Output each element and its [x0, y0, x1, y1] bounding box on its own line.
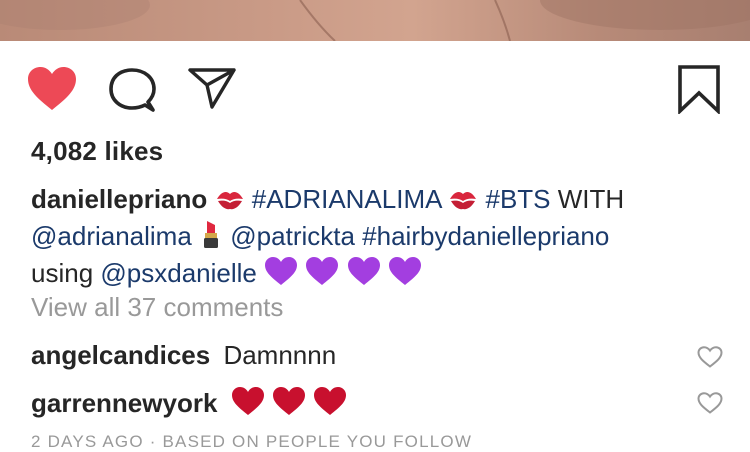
comment-row: garrennewyork	[31, 386, 347, 423]
purple-heart-icon	[388, 256, 422, 296]
caption-text: WITH	[557, 184, 625, 214]
bookmark-icon	[678, 65, 720, 116]
mention-patrickta[interactable]: @patrickta	[230, 221, 355, 251]
red-heart-icon	[313, 386, 347, 423]
red-heart-icon	[272, 386, 306, 423]
kiss-mark-icon	[448, 185, 478, 222]
speech-bubble-icon	[109, 68, 156, 112]
purple-heart-icon	[347, 256, 381, 296]
hashtag-adrianalima[interactable]: #ADRIANALIMA	[252, 184, 441, 214]
post-photo[interactable]	[0, 0, 750, 41]
photo-detail	[0, 0, 750, 41]
hashtag-bts[interactable]: #BTS	[486, 184, 551, 214]
save-button[interactable]	[677, 64, 721, 116]
comment-text: Damnnnn	[223, 340, 337, 370]
like-button[interactable]	[27, 66, 77, 112]
likes-count[interactable]: 4,082 likes	[31, 136, 163, 167]
caption-line-1: daniellepriano #ADRIANALIMA #BTS WITH	[31, 181, 721, 218]
caption-line-3: using @psxdanielle	[31, 255, 721, 292]
caption-text: using	[31, 258, 94, 288]
heart-outline-icon	[697, 392, 723, 414]
caption-line-2: @adrianalima @patrickta #hairbydaniellep…	[31, 218, 721, 255]
red-heart-icon	[231, 386, 265, 423]
view-all-comments-link[interactable]: View all 37 comments	[31, 292, 283, 323]
purple-heart-icon	[305, 256, 339, 296]
purple-heart-icon	[264, 256, 298, 296]
heart-outline-icon	[697, 346, 723, 368]
share-button[interactable]	[187, 66, 237, 110]
comment-like-button[interactable]	[697, 346, 723, 368]
lipstick-icon	[199, 219, 223, 259]
comment-row: angelcandices Damnnnn	[31, 340, 336, 371]
kiss-mark-icon	[215, 185, 245, 222]
mention-psxdanielle[interactable]: @psxdanielle	[100, 258, 256, 288]
paper-plane-icon	[188, 68, 236, 109]
comment-like-button[interactable]	[697, 392, 723, 414]
heart-filled-icon	[28, 67, 76, 110]
post-caption: daniellepriano #ADRIANALIMA #BTS WITH @a…	[31, 181, 721, 292]
comment-username[interactable]: garrennewyork	[31, 388, 217, 418]
mention-adrianalima[interactable]: @adrianalima	[31, 221, 192, 251]
caption-username[interactable]: daniellepriano	[31, 184, 207, 214]
comment-button[interactable]	[108, 67, 156, 113]
post-timestamp: 2 DAYS AGO · BASED ON PEOPLE YOU FOLLOW	[31, 432, 473, 451]
comment-username[interactable]: angelcandices	[31, 340, 210, 370]
hashtag-hairbydaniellepriano[interactable]: #hairbydaniellepriano	[362, 221, 609, 251]
